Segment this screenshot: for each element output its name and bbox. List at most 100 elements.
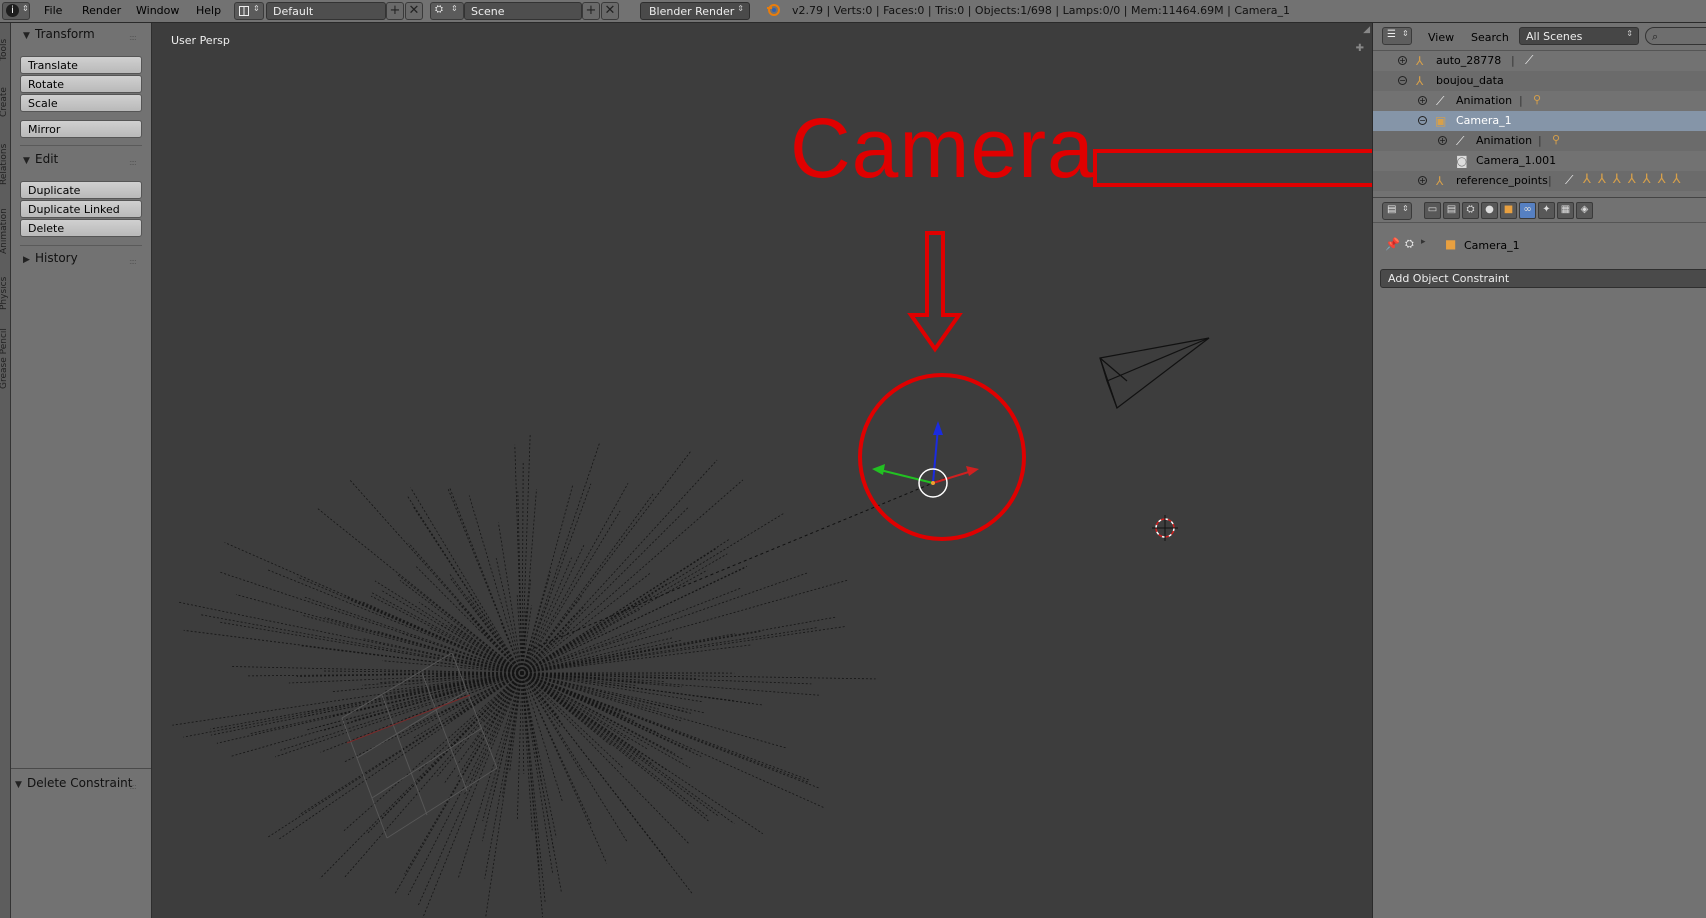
outliner-row-camera-animation[interactable]: + ⟋ Animation | ⚲ — [1373, 131, 1706, 151]
properties-header: ▤ ⇕ ▭ ▤ ⛭ ● ■ ∞ ✦ ▦ ◈ — [1373, 197, 1706, 223]
point-ray — [349, 479, 523, 674]
point-ray — [417, 672, 523, 907]
layout-name-field[interactable]: Default — [266, 2, 386, 20]
constraint-icon: ⟋ — [1525, 53, 1534, 67]
outliner-row-boujou-data[interactable]: − ⅄ boujou_data — [1373, 71, 1706, 91]
point-ray — [521, 672, 546, 904]
delete-layout-button[interactable]: ✕ — [405, 2, 423, 20]
viewport-corner-hatch-icon[interactable]: ◢ — [1363, 25, 1370, 35]
point-ray — [521, 441, 601, 674]
delete-scene-button[interactable]: ✕ — [601, 2, 619, 20]
point-ray — [521, 616, 837, 674]
outliner-search-input[interactable]: ⌕ — [1645, 27, 1706, 45]
3d-viewport[interactable]: User Persp ✚ ◢ — [152, 23, 1372, 918]
outliner-view-menu[interactable]: View — [1428, 31, 1454, 44]
layout-grid-icon — [239, 6, 249, 16]
point-ray — [410, 487, 523, 674]
drag-grip-icon[interactable]: :::: — [129, 158, 141, 167]
tab-create[interactable]: Create — [0, 73, 11, 131]
operator-panel-header[interactable]: ▼ Delete Constraint — [15, 776, 132, 790]
object-icon: ■ — [1445, 237, 1457, 251]
scene-selector[interactable]: ⛭ ⇕ — [430, 2, 464, 20]
duplicate-linked-button[interactable]: Duplicate Linked — [20, 200, 142, 218]
scale-button[interactable]: Scale — [20, 94, 142, 112]
world-tab-icon[interactable]: ● — [1481, 202, 1498, 219]
editor-type-info-button[interactable]: i ⇕ — [2, 2, 30, 20]
expand-toggle-icon[interactable]: + — [1418, 96, 1427, 105]
point-ray — [521, 579, 849, 674]
tab-physics[interactable]: Physics — [0, 267, 11, 319]
close-icon: ✕ — [604, 3, 616, 18]
history-panel-header[interactable]: ▶ History — [23, 251, 78, 265]
menu-help[interactable]: Help — [196, 4, 221, 17]
edit-panel-header[interactable]: ▼ Edit — [23, 152, 58, 166]
collapse-toggle-icon[interactable]: − — [1398, 76, 1407, 85]
mirror-button[interactable]: Mirror — [20, 120, 142, 138]
screen-layout-selector[interactable]: ⇕ — [234, 2, 264, 20]
pin-icon[interactable]: 📌 — [1385, 237, 1400, 251]
camera-gizmo[interactable] — [872, 421, 979, 498]
physics-tab-icon[interactable]: ◈ — [1576, 202, 1593, 219]
menu-render[interactable]: Render — [82, 4, 121, 17]
expand-toggle-icon[interactable]: + — [1438, 136, 1447, 145]
scene-name-field[interactable]: Scene — [464, 2, 582, 20]
divider — [20, 145, 142, 146]
history-panel-title: History — [35, 251, 78, 265]
point-ray — [422, 672, 523, 918]
display-mode-label: All Scenes — [1526, 30, 1583, 43]
3d-cursor-icon[interactable] — [1152, 515, 1178, 541]
transform-panel-header[interactable]: ▼ Transform — [23, 27, 95, 41]
drag-grip-icon[interactable]: :::: — [129, 782, 141, 791]
constraints-tab-icon[interactable]: ∞ — [1519, 202, 1536, 219]
scene-tab-icon[interactable]: ⛭ — [1462, 202, 1479, 219]
tab-tools[interactable]: Tools — [0, 31, 11, 69]
add-object-constraint-button[interactable]: Add Object Constraint — [1380, 269, 1706, 288]
collapse-toggle-icon[interactable]: − — [1418, 116, 1427, 125]
tab-animation[interactable]: Animation — [0, 198, 11, 264]
delete-button[interactable]: Delete — [20, 219, 142, 237]
info-icon: i — [6, 4, 19, 17]
point-ray — [521, 672, 525, 774]
outliner-row-camera-data[interactable]: ◙ Camera_1.001 — [1373, 151, 1706, 171]
rotate-button[interactable]: Rotate — [20, 75, 142, 93]
empty-object-icon: ⅄ — [1436, 174, 1444, 188]
modifiers-tab-icon[interactable]: ✦ — [1538, 202, 1555, 219]
outliner-row-animation[interactable]: + ⟋ Animation | ⚲ — [1373, 91, 1706, 111]
transform-panel-title: Transform — [35, 27, 95, 41]
expand-toggle-icon[interactable]: + — [1398, 56, 1407, 65]
outliner-editor-type-button[interactable]: ☰ ⇕ — [1382, 27, 1412, 45]
texture-tab-icon[interactable]: ▦ — [1557, 202, 1574, 219]
separator-bar: | — [1519, 94, 1523, 107]
display-mode-select[interactable]: All Scenes ⇕ — [1519, 27, 1639, 45]
drag-grip-icon[interactable]: :::: — [129, 257, 141, 266]
viewport-corner-icon[interactable]: ✚ — [1356, 43, 1364, 54]
outliner-search-menu[interactable]: Search — [1471, 31, 1509, 44]
chevron-updown-icon: ⇕ — [1402, 29, 1409, 38]
menu-window[interactable]: Window — [136, 4, 179, 17]
point-ray — [278, 672, 523, 840]
outliner-row-auto[interactable]: + ⅄ auto_28778 | ⟋ — [1373, 51, 1706, 71]
drag-grip-icon[interactable]: :::: — [129, 33, 141, 42]
render-tab-icon[interactable]: ▭ — [1424, 202, 1441, 219]
scene-icon: ⛭ — [435, 4, 443, 15]
properties-editor-type-button[interactable]: ▤ ⇕ — [1382, 202, 1412, 220]
point-ray — [521, 672, 690, 845]
duplicate-button[interactable]: Duplicate — [20, 181, 142, 199]
tab-grease-pencil[interactable]: Grease Pencil — [0, 321, 11, 397]
x-axis-line — [346, 694, 471, 744]
outliner-row-reference-points[interactable]: + ⅄ reference_points | ⟋ ⅄⅄⅄⅄⅄⅄⅄ — [1373, 171, 1706, 191]
translate-button[interactable]: Translate — [20, 56, 142, 74]
expand-toggle-icon[interactable]: + — [1418, 176, 1427, 185]
object-tab-icon[interactable]: ■ — [1500, 202, 1517, 219]
point-ray — [521, 672, 557, 838]
point-ray — [437, 657, 523, 674]
tab-relations[interactable]: Relations — [0, 133, 11, 195]
add-scene-button[interactable]: + — [582, 2, 600, 20]
camera-object-wireframe[interactable] — [1099, 337, 1210, 409]
render-layers-tab-icon[interactable]: ▤ — [1443, 202, 1460, 219]
add-layout-button[interactable]: + — [386, 2, 404, 20]
point-ray — [274, 672, 523, 758]
menu-file[interactable]: File — [44, 4, 62, 17]
outliner-row-camera-selected[interactable]: − ▣ Camera_1 — [1373, 111, 1706, 131]
render-engine-select[interactable]: Blender Render ⇕ — [640, 2, 750, 20]
